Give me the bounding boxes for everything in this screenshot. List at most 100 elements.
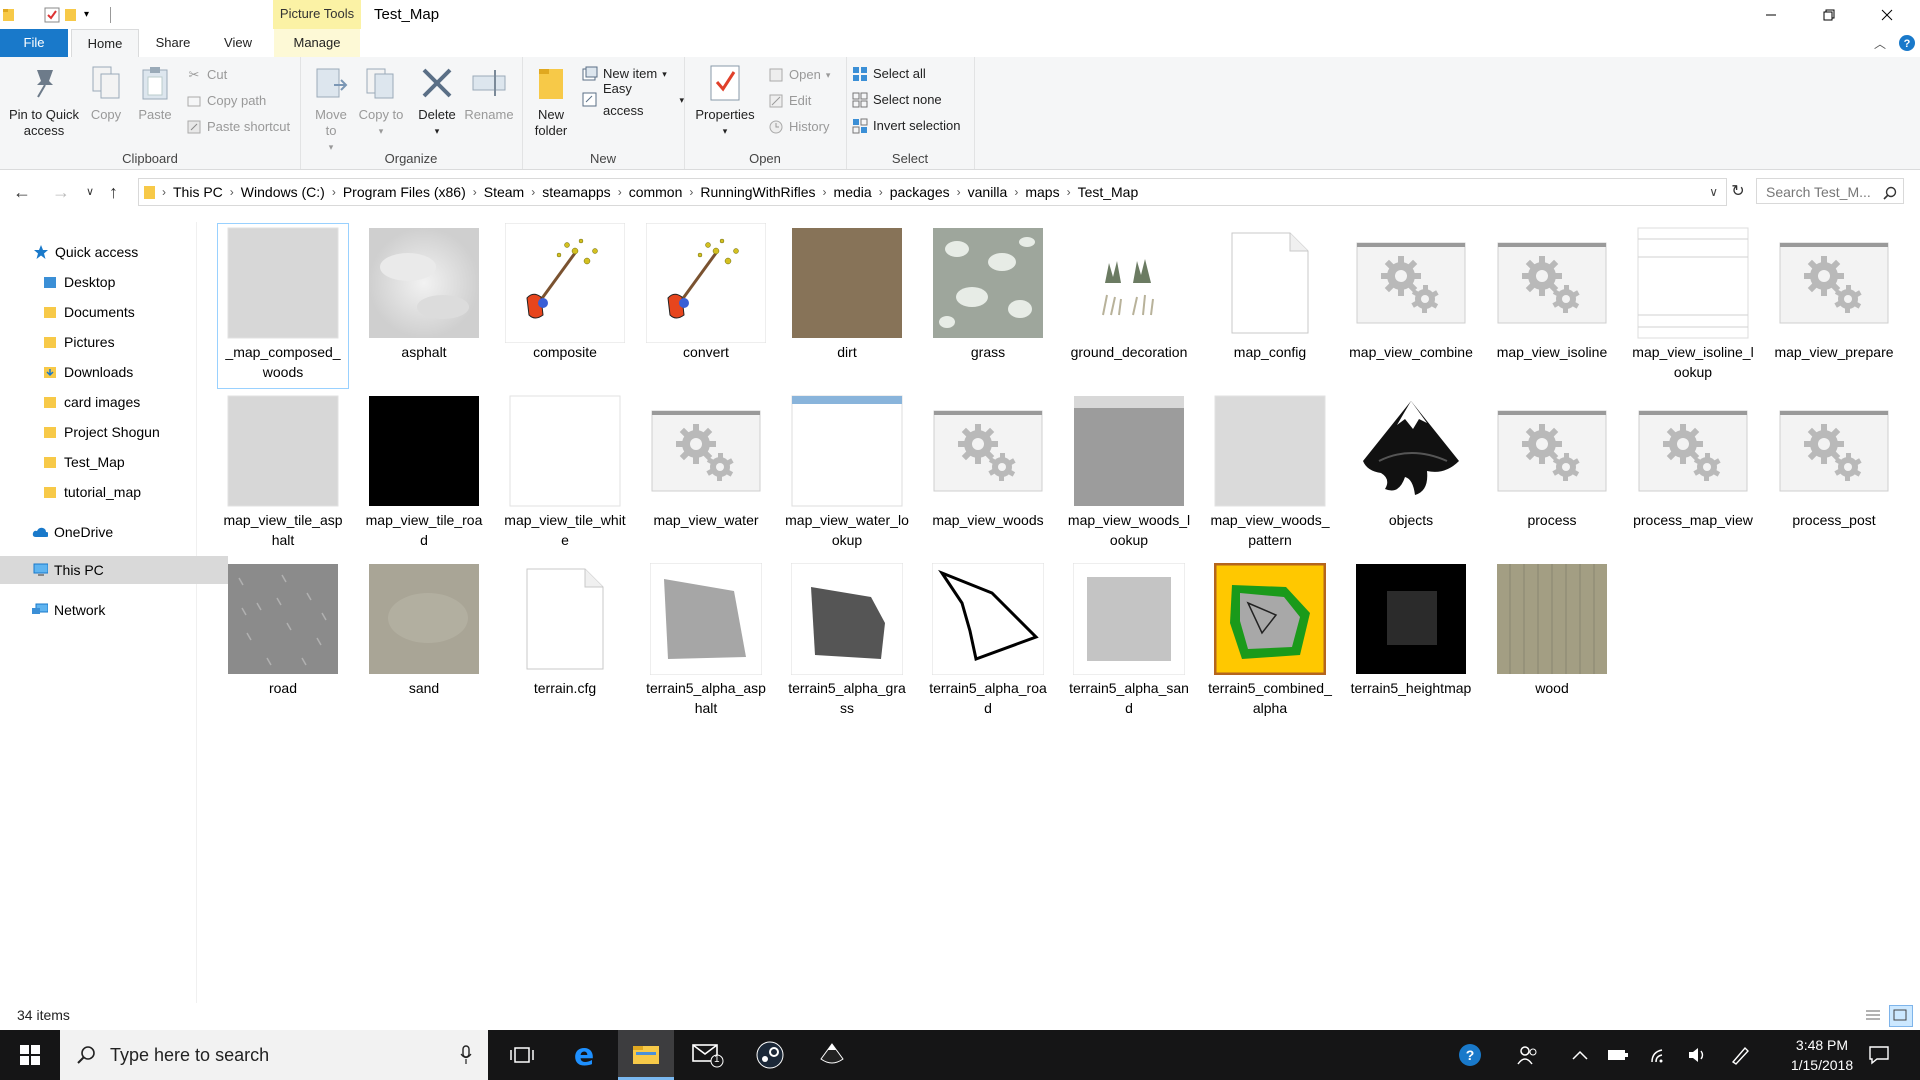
nav-item[interactable]: Test_Map	[0, 448, 238, 476]
history-button[interactable]: History	[768, 116, 829, 138]
mail-taskbar-button[interactable]: 1	[680, 1030, 736, 1080]
file-item[interactable]: process	[1487, 392, 1617, 556]
recent-locations-button[interactable]: ∨	[86, 176, 94, 208]
paste-shortcut-button[interactable]: Paste shortcut	[186, 116, 290, 138]
select-none-button[interactable]: Select none	[852, 89, 942, 111]
file-item[interactable]: map_view_water_lookup	[782, 392, 912, 556]
breadcrumb-item[interactable]: Steam	[479, 184, 529, 200]
nav-item[interactable]: tutorial_map	[0, 478, 238, 506]
cut-button[interactable]: ✂ Cut	[186, 64, 228, 86]
file-item[interactable]: grass	[923, 224, 1053, 388]
file-item[interactable]: terrain5_heightmap	[1346, 560, 1476, 724]
nav-network[interactable]: Network	[0, 596, 228, 624]
new-folder-button[interactable]: New folder	[528, 63, 574, 139]
copy-to-button[interactable]: Copy to ▾	[358, 63, 404, 139]
easy-access-button[interactable]: Easy access ▾	[582, 81, 684, 118]
breadcrumb-separator-icon[interactable]: ›	[877, 185, 885, 199]
nav-item[interactable]: card images	[0, 388, 238, 416]
copy-path-button[interactable]: Copy path	[186, 90, 266, 112]
nav-onedrive[interactable]: OneDrive	[0, 518, 228, 546]
file-item[interactable]: objects	[1346, 392, 1476, 556]
inkscape-taskbar-button[interactable]	[804, 1030, 860, 1080]
breadcrumb-item[interactable]: maps	[1020, 184, 1064, 200]
file-item[interactable]: sand	[359, 560, 489, 724]
file-item[interactable]: map_view_tile_road	[359, 392, 489, 556]
volume-tray-button[interactable]	[1676, 1030, 1720, 1080]
breadcrumb-item[interactable]: common	[624, 184, 688, 200]
paste-button[interactable]: Paste	[132, 63, 178, 123]
breadcrumb-separator-icon[interactable]: ›	[228, 185, 236, 199]
start-button[interactable]	[2, 1030, 58, 1080]
tab-file[interactable]: File	[0, 29, 68, 57]
file-item[interactable]: terrain5_alpha_asphalt	[641, 560, 771, 724]
microphone-icon[interactable]	[460, 1045, 472, 1065]
file-item[interactable]: ground_decoration	[1064, 224, 1194, 388]
tab-manage[interactable]: Manage	[274, 29, 360, 57]
file-item[interactable]: process_post	[1769, 392, 1899, 556]
file-item[interactable]: terrain5_alpha_grass	[782, 560, 912, 724]
breadcrumb-item[interactable]: This PC	[168, 184, 228, 200]
breadcrumb-item[interactable]: RunningWithRifles	[695, 184, 820, 200]
steam-taskbar-button[interactable]	[742, 1030, 798, 1080]
tab-home[interactable]: Home	[71, 29, 139, 58]
breadcrumb-item[interactable]: Test_Map	[1073, 184, 1144, 200]
move-to-button[interactable]: Move to ▾	[308, 63, 354, 155]
file-item[interactable]: terrain.cfg	[500, 560, 630, 724]
help-tray-button[interactable]: ?	[1448, 1030, 1492, 1080]
file-item[interactable]: map_view_isoline_lookup	[1628, 224, 1758, 388]
breadcrumb-separator-icon[interactable]: ›	[1065, 185, 1073, 199]
address-bar[interactable]: › This PC › Windows (C:) › Program Files (x86…	[138, 178, 1727, 206]
breadcrumb-item[interactable]: Windows (C:)	[236, 184, 330, 200]
breadcrumb-separator-icon[interactable]: ›	[687, 185, 695, 199]
back-button[interactable]: ←	[13, 176, 31, 208]
breadcrumb-separator-icon[interactable]: ›	[821, 185, 829, 199]
tab-share[interactable]: Share	[150, 29, 196, 57]
file-item[interactable]: process_map_view	[1628, 392, 1758, 556]
nav-this-pc[interactable]: This PC	[0, 556, 228, 584]
breadcrumb-separator-icon[interactable]: ›	[160, 185, 168, 199]
pin-to-quick-access-button[interactable]: Pin to Quick access	[4, 63, 84, 139]
customize-qat-icon[interactable]: ▾	[84, 7, 98, 22]
action-center-button[interactable]	[1856, 1030, 1902, 1080]
file-explorer-taskbar-button[interactable]	[618, 1030, 674, 1080]
file-item[interactable]: wood	[1487, 560, 1617, 724]
address-dropdown-icon[interactable]: ∨	[1709, 185, 1718, 199]
forward-button[interactable]: →	[52, 176, 70, 208]
edit-button[interactable]: Edit	[768, 90, 811, 112]
search-input[interactable]: Search Test_M...	[1756, 178, 1904, 204]
open-button[interactable]: Open ▾	[768, 64, 830, 86]
file-item[interactable]: terrain5_alpha_sand	[1064, 560, 1194, 724]
invert-selection-button[interactable]: Invert selection	[852, 115, 960, 137]
file-item[interactable]: map_config	[1205, 224, 1335, 388]
properties-button[interactable]: Properties ▾	[692, 63, 758, 139]
taskbar-search-box[interactable]: Type here to search	[60, 1030, 488, 1080]
breadcrumb-separator-icon[interactable]: ›	[529, 185, 537, 199]
large-icons-view-button[interactable]	[1889, 1005, 1913, 1027]
details-view-button[interactable]	[1863, 1006, 1883, 1027]
show-hidden-icons-button[interactable]	[1556, 1030, 1604, 1080]
file-item[interactable]: terrain5_alpha_road	[923, 560, 1053, 724]
nav-item[interactable]: Downloads	[0, 358, 238, 386]
file-item[interactable]: map_view_tile_asphalt	[218, 392, 348, 556]
file-item[interactable]: composite	[500, 223, 630, 388]
file-item[interactable]: map_view_combine	[1346, 224, 1476, 388]
nav-item[interactable]: Pictures	[0, 328, 238, 356]
rename-button[interactable]: Rename	[462, 63, 516, 123]
restore-button[interactable]	[1800, 0, 1858, 29]
properties-icon[interactable]	[44, 7, 60, 23]
file-item[interactable]: map_view_tile_white	[500, 392, 630, 556]
delete-button[interactable]: Delete ▾	[412, 63, 462, 139]
file-item[interactable]: dirt	[782, 224, 912, 388]
pen-tray-button[interactable]	[1718, 1030, 1762, 1080]
file-item[interactable]: convert	[641, 223, 771, 388]
breadcrumb-separator-icon[interactable]: ›	[955, 185, 963, 199]
help-button[interactable]: ?	[1894, 29, 1920, 57]
close-button[interactable]	[1858, 0, 1916, 29]
nav-item[interactable]: Desktop	[0, 268, 238, 296]
nav-item[interactable]: Documents	[0, 298, 238, 326]
file-item[interactable]: map_view_isoline	[1487, 224, 1617, 388]
breadcrumb-item[interactable]: Program Files (x86)	[338, 184, 471, 200]
file-item[interactable]: terrain5_combined_alpha	[1205, 560, 1335, 724]
people-tray-button[interactable]	[1506, 1030, 1550, 1080]
file-item[interactable]: map_view_woods	[923, 392, 1053, 556]
